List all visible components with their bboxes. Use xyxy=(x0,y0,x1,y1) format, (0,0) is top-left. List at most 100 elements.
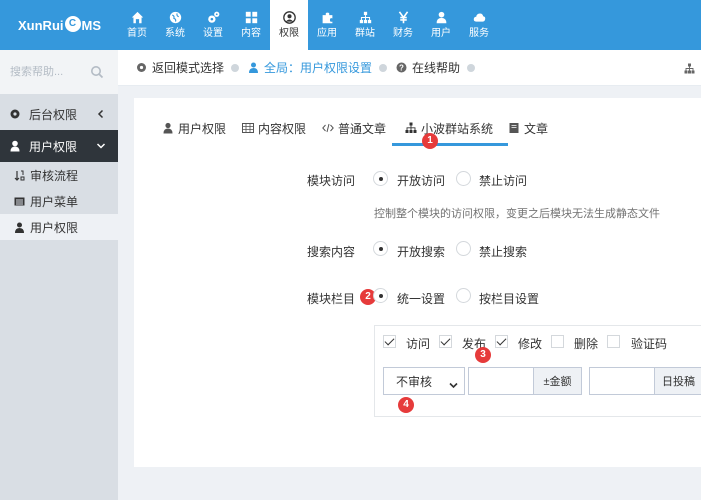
gears-icon xyxy=(9,108,21,120)
sidebar-item-review-flow[interactable]: 审核流程 xyxy=(0,162,118,188)
checkbox-delete-label: 删除 xyxy=(574,337,599,351)
sort-icon xyxy=(14,170,25,181)
tab-user-permissions[interactable]: 用户权限 xyxy=(162,118,226,138)
radio-deny-search-label: 禁止搜索 xyxy=(479,245,528,259)
sidebar-item-label: 用户权限 xyxy=(30,220,79,235)
sidebar-item-user-permissions[interactable]: 用户权限 xyxy=(0,214,118,240)
annotation-badge-1: 1 xyxy=(422,133,438,149)
annotation-badge-3: 3 xyxy=(475,347,491,363)
tab-label: 文章 xyxy=(524,121,549,136)
top-navbar: XunRui C MS 首页 系统 设置 内容 权限 应用 群站 财务 用户 服… xyxy=(0,0,701,50)
sidebar-item-label: 用户菜单 xyxy=(30,194,79,209)
sidebar-group-user-permissions[interactable]: 用户权限 xyxy=(0,130,118,162)
nav-finance[interactable]: 财务 xyxy=(384,0,422,50)
nav-label: 系统 xyxy=(165,27,185,39)
radio-per-column-setting[interactable] xyxy=(456,288,471,303)
nav-label: 内容 xyxy=(241,27,261,39)
checkbox-captcha-label: 验证码 xyxy=(631,337,668,351)
radio-open-access-label: 开放访问 xyxy=(397,174,446,188)
radio-open-search-label: 开放搜索 xyxy=(397,245,446,259)
tab-site-system[interactable]: 小波群站系统 xyxy=(391,118,509,146)
book-icon xyxy=(508,122,520,134)
sidebar-item-label: 审核流程 xyxy=(30,168,79,183)
checkbox-edit-label: 修改 xyxy=(518,337,543,351)
checkbox-captcha[interactable] xyxy=(607,335,620,348)
breadcrumb-back[interactable]: 返回模式选择 xyxy=(136,59,224,76)
sitemap-icon[interactable] xyxy=(684,63,695,74)
logo-text-left: XunRui xyxy=(18,17,64,33)
tab-normal-article[interactable]: 普通文章 xyxy=(322,118,386,138)
app-logo[interactable]: XunRui C MS xyxy=(0,0,118,50)
yen-icon xyxy=(396,11,410,25)
sidebar: 后台权限 用户权限 审核流程 用户菜单 用户权限 xyxy=(0,50,118,500)
breadcrumb-separator xyxy=(379,63,388,72)
checkbox-delete[interactable] xyxy=(551,335,564,348)
module-access-help: 控制整个模块的访问权限，变更之后模块无法生成静态文件 xyxy=(374,208,660,220)
nav-label: 权限 xyxy=(279,27,299,39)
daily-post-input-group[interactable]: 日投稿 xyxy=(589,367,701,395)
sitemap-icon xyxy=(358,11,372,25)
nav-content[interactable]: 内容 xyxy=(232,0,270,50)
nav-settings[interactable]: 设置 xyxy=(194,0,232,50)
tab-article[interactable]: 文章 xyxy=(508,118,548,138)
logo-text-right: MS xyxy=(81,17,102,33)
radio-open-search[interactable] xyxy=(373,241,388,256)
puzzle-icon xyxy=(320,11,334,25)
radio-unified-setting-label: 统一设置 xyxy=(397,292,446,306)
nav-apps[interactable]: 应用 xyxy=(308,0,346,50)
breadcrumb-help[interactable]: ? 在线帮助 xyxy=(396,59,460,76)
user-icon xyxy=(162,122,174,134)
gear-icon xyxy=(136,62,147,73)
table-icon xyxy=(242,122,254,134)
breadcrumb-help-label: 在线帮助 xyxy=(412,61,461,75)
user-icon xyxy=(9,140,21,152)
radio-open-access[interactable] xyxy=(373,171,388,186)
nav-users[interactable]: 用户 xyxy=(422,0,460,50)
search-input[interactable] xyxy=(10,66,86,78)
review-select[interactable]: 不审核 xyxy=(383,367,465,395)
daily-post-addon: 日投稿 xyxy=(654,368,701,394)
main-nav: 首页 系统 设置 内容 权限 应用 群站 财务 用户 服务 xyxy=(118,0,498,50)
tab-label: 内容权限 xyxy=(258,121,307,136)
content-panel: 用户权限 内容权限 普通文章 小波群站系统 文章 1 模块访问 开放访问 禁止访… xyxy=(134,98,701,467)
code-icon xyxy=(322,122,334,134)
nav-system[interactable]: 系统 xyxy=(156,0,194,50)
sidebar-item-user-menu[interactable]: 用户菜单 xyxy=(0,188,118,214)
nav-sites[interactable]: 群站 xyxy=(346,0,384,50)
user-circle-icon xyxy=(282,11,296,25)
nav-permissions[interactable]: 权限 xyxy=(270,0,308,50)
radio-unified-setting[interactable] xyxy=(373,288,388,303)
sitemap-icon xyxy=(405,122,417,134)
nav-services[interactable]: 服务 xyxy=(460,0,498,50)
nav-label: 服务 xyxy=(469,27,489,39)
column-permission-box: 访问 发布 修改 删除 验证码 3 不审核 4 ±金额 日投稿 xyxy=(374,325,701,417)
chevron-down-icon xyxy=(96,140,106,150)
nav-label: 应用 xyxy=(317,27,337,39)
nav-label: 财务 xyxy=(393,27,413,39)
radio-deny-access[interactable] xyxy=(456,171,471,186)
nav-label: 用户 xyxy=(431,27,451,39)
checkbox-access[interactable] xyxy=(383,335,396,348)
nav-label: 群站 xyxy=(355,27,375,39)
globe-icon xyxy=(168,11,182,25)
chevron-left-icon xyxy=(96,108,106,119)
checkbox-publish[interactable] xyxy=(439,335,452,348)
radio-per-column-setting-label: 按栏目设置 xyxy=(479,292,540,306)
breadcrumb-separator xyxy=(231,63,240,72)
breadcrumb-current-label: 全局：用户权限设置 xyxy=(264,61,373,75)
search-icon[interactable] xyxy=(90,65,104,79)
sidebar-group-label: 后台权限 xyxy=(29,107,78,122)
checkbox-access-label: 访问 xyxy=(406,337,431,351)
tab-content-permissions[interactable]: 内容权限 xyxy=(242,118,306,138)
cloud-icon xyxy=(472,11,486,25)
breadcrumb-current[interactable]: 全局：用户权限设置 xyxy=(248,59,372,76)
gears-icon xyxy=(206,11,220,25)
amount-input-group[interactable]: ±金额 xyxy=(468,367,582,395)
chevron-down-icon xyxy=(449,378,458,389)
grid-icon xyxy=(244,11,258,25)
nav-home[interactable]: 首页 xyxy=(118,0,156,50)
radio-deny-search[interactable] xyxy=(456,241,471,256)
checkbox-edit[interactable] xyxy=(495,335,508,348)
list-icon xyxy=(14,196,25,207)
sidebar-group-admin-permissions[interactable]: 后台权限 xyxy=(0,98,118,130)
